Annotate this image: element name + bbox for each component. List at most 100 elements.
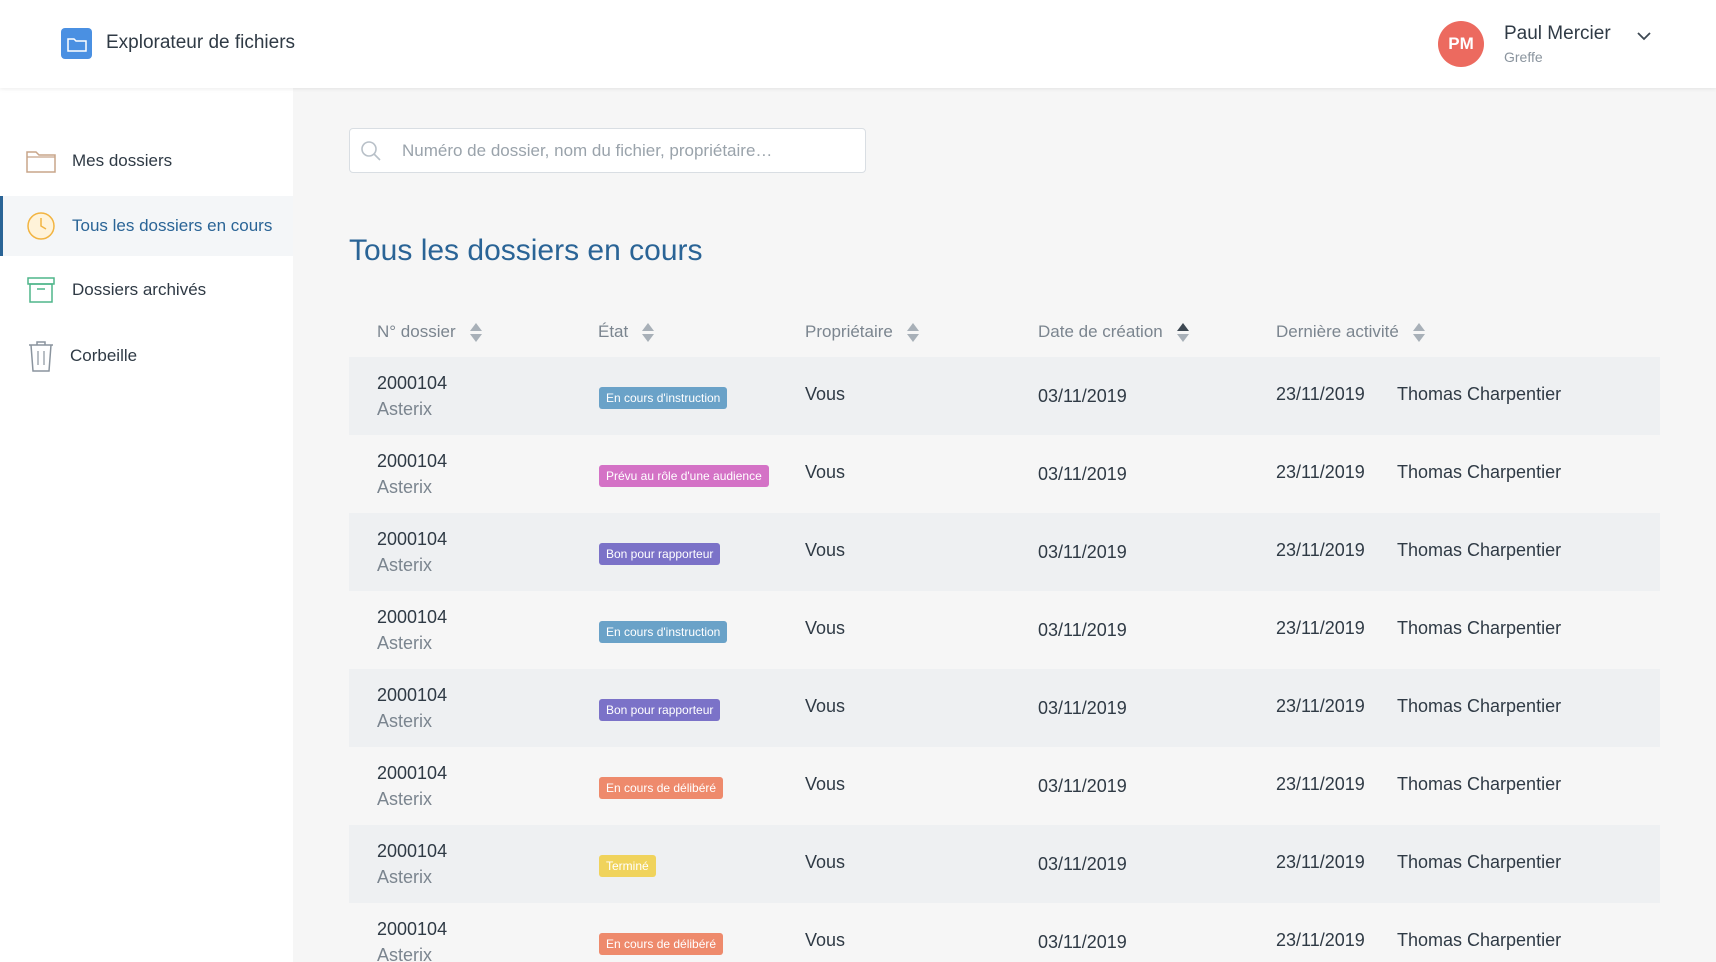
column-header-date-creation[interactable]: Date de création — [1038, 320, 1189, 344]
dossier-name: Asterix — [377, 945, 433, 962]
owner: Vous — [805, 852, 846, 872]
column-header-label: N° dossier — [377, 322, 456, 341]
last-activity-user: Thomas Charpentier — [1397, 696, 1562, 716]
owner: Vous — [805, 696, 846, 716]
sidebar: Mes dossiers Tous les dossiers en cours … — [0, 88, 293, 962]
page-title: Tous les dossiers en cours — [349, 234, 703, 267]
dossier-number: 2000104 — [377, 763, 448, 783]
column-header-label: Propriétaire — [805, 322, 893, 341]
status-badge: En cours d'instruction — [599, 387, 728, 409]
dossier-name: Asterix — [377, 789, 433, 809]
last-activity-user: Thomas Charpentier — [1397, 774, 1562, 794]
dossier-name: Asterix — [377, 477, 433, 497]
app-title: Explorateur de fichiers — [106, 32, 296, 53]
search-input[interactable] — [402, 129, 852, 172]
dossier-name: Asterix — [377, 633, 433, 653]
column-header-etat[interactable]: État — [598, 320, 655, 344]
status-badge: En cours de délibéré — [599, 933, 724, 955]
creation-date: 03/11/2019 — [1038, 464, 1127, 484]
sort-icon[interactable] — [1412, 322, 1425, 342]
sidebar-item-label: Mes dossiers — [72, 151, 173, 170]
top-bar: Explorateur de fichiers PM Paul Mercier … — [0, 0, 1716, 88]
last-activity-date: 23/11/2019 — [1276, 930, 1365, 950]
sort-icon[interactable] — [906, 322, 919, 342]
search-box[interactable] — [349, 128, 866, 173]
table-row[interactable]: 2000104 Asterix Bon pour rapporteur Vous… — [349, 669, 1660, 747]
table-row[interactable]: 2000104 Asterix En cours de délibéré Vou… — [349, 747, 1660, 825]
creation-date: 03/11/2019 — [1038, 386, 1127, 406]
user-name[interactable]: Paul Mercier — [1504, 23, 1611, 45]
table-row[interactable]: 2000104 Asterix En cours d'instruction V… — [349, 357, 1660, 435]
status-badge: Prévu au rôle d'une audience — [599, 465, 769, 487]
dossier-number: 2000104 — [377, 529, 448, 549]
owner: Vous — [805, 930, 846, 950]
status-badge: En cours de délibéré — [599, 777, 724, 799]
folder-outline-icon — [26, 146, 56, 176]
search-icon — [361, 141, 381, 161]
owner: Vous — [805, 384, 846, 404]
sort-icon[interactable] — [469, 322, 482, 342]
last-activity-user: Thomas Charpentier — [1397, 540, 1562, 560]
last-activity-user: Thomas Charpentier — [1397, 852, 1562, 872]
status-badge: Bon pour rapporteur — [599, 543, 721, 565]
dossier-name: Asterix — [377, 399, 433, 419]
dossier-number: 2000104 — [377, 919, 448, 939]
table-row[interactable]: 2000104 Asterix En cours de délibéré Vou… — [349, 903, 1660, 962]
column-header-label: État — [598, 322, 629, 341]
clock-icon — [26, 211, 56, 241]
column-header-numero[interactable]: N° dossier — [377, 320, 482, 344]
last-activity-date: 23/11/2019 — [1276, 774, 1365, 794]
status-badge: Bon pour rapporteur — [599, 699, 721, 721]
chevron-down-icon[interactable] — [1630, 24, 1658, 48]
last-activity-date: 23/11/2019 — [1276, 852, 1365, 872]
last-activity-date: 23/11/2019 — [1276, 696, 1365, 716]
creation-date: 03/11/2019 — [1038, 932, 1127, 952]
owner: Vous — [805, 540, 846, 560]
trash-icon — [26, 341, 56, 372]
dossiers-table: 2000104 Asterix En cours d'instruction V… — [349, 357, 1660, 962]
table-row[interactable]: 2000104 Asterix Terminé Vous 03/11/2019 … — [349, 825, 1660, 903]
sidebar-item-label: Tous les dossiers en cours — [72, 216, 273, 235]
last-activity-date: 23/11/2019 — [1276, 384, 1365, 404]
dossier-number: 2000104 — [377, 685, 448, 705]
column-header-label: Date de création — [1038, 322, 1163, 341]
dossier-number: 2000104 — [377, 607, 448, 627]
column-header-proprietaire[interactable]: Propriétaire — [805, 320, 919, 344]
user-role: Greffe — [1504, 49, 1543, 65]
sidebar-item-corbeille[interactable]: Corbeille — [0, 326, 293, 386]
last-activity-user: Thomas Charpentier — [1397, 462, 1562, 482]
status-badge: En cours d'instruction — [599, 621, 728, 643]
folder-icon — [61, 28, 92, 59]
creation-date: 03/11/2019 — [1038, 776, 1127, 796]
sidebar-item-mes-dossiers[interactable]: Mes dossiers — [0, 131, 293, 191]
dossier-number: 2000104 — [377, 841, 448, 861]
column-header-label: Dernière activité — [1276, 322, 1399, 341]
creation-date: 03/11/2019 — [1038, 854, 1127, 874]
dossier-name: Asterix — [377, 555, 433, 575]
owner: Vous — [805, 774, 846, 794]
creation-date: 03/11/2019 — [1038, 698, 1127, 718]
dossier-name: Asterix — [377, 867, 433, 887]
dossier-name: Asterix — [377, 711, 433, 731]
sidebar-item-tous-les-dossiers[interactable]: Tous les dossiers en cours — [0, 196, 293, 256]
last-activity-user: Thomas Charpentier — [1397, 384, 1562, 404]
last-activity-date: 23/11/2019 — [1276, 540, 1365, 560]
sidebar-item-dossiers-archives[interactable]: Dossiers archivés — [0, 260, 293, 320]
last-activity-user: Thomas Charpentier — [1397, 930, 1562, 950]
status-badge: Terminé — [599, 855, 656, 877]
last-activity-date: 23/11/2019 — [1276, 462, 1365, 482]
last-activity-user: Thomas Charpentier — [1397, 618, 1562, 638]
creation-date: 03/11/2019 — [1038, 620, 1127, 640]
archive-box-icon — [26, 275, 56, 305]
table-row[interactable]: 2000104 Asterix En cours d'instruction V… — [349, 591, 1660, 669]
table-row[interactable]: 2000104 Asterix Prévu au rôle d'une audi… — [349, 435, 1660, 513]
sidebar-item-label: Dossiers archivés — [72, 280, 207, 299]
column-header-derniere-activite[interactable]: Dernière activité — [1276, 320, 1425, 344]
avatar[interactable]: PM — [1438, 21, 1484, 67]
table-row[interactable]: 2000104 Asterix Bon pour rapporteur Vous… — [349, 513, 1660, 591]
dossier-number: 2000104 — [377, 451, 448, 471]
sort-ascending-icon[interactable] — [1176, 322, 1189, 342]
last-activity-date: 23/11/2019 — [1276, 618, 1365, 638]
creation-date: 03/11/2019 — [1038, 542, 1127, 562]
sort-icon[interactable] — [642, 322, 655, 342]
